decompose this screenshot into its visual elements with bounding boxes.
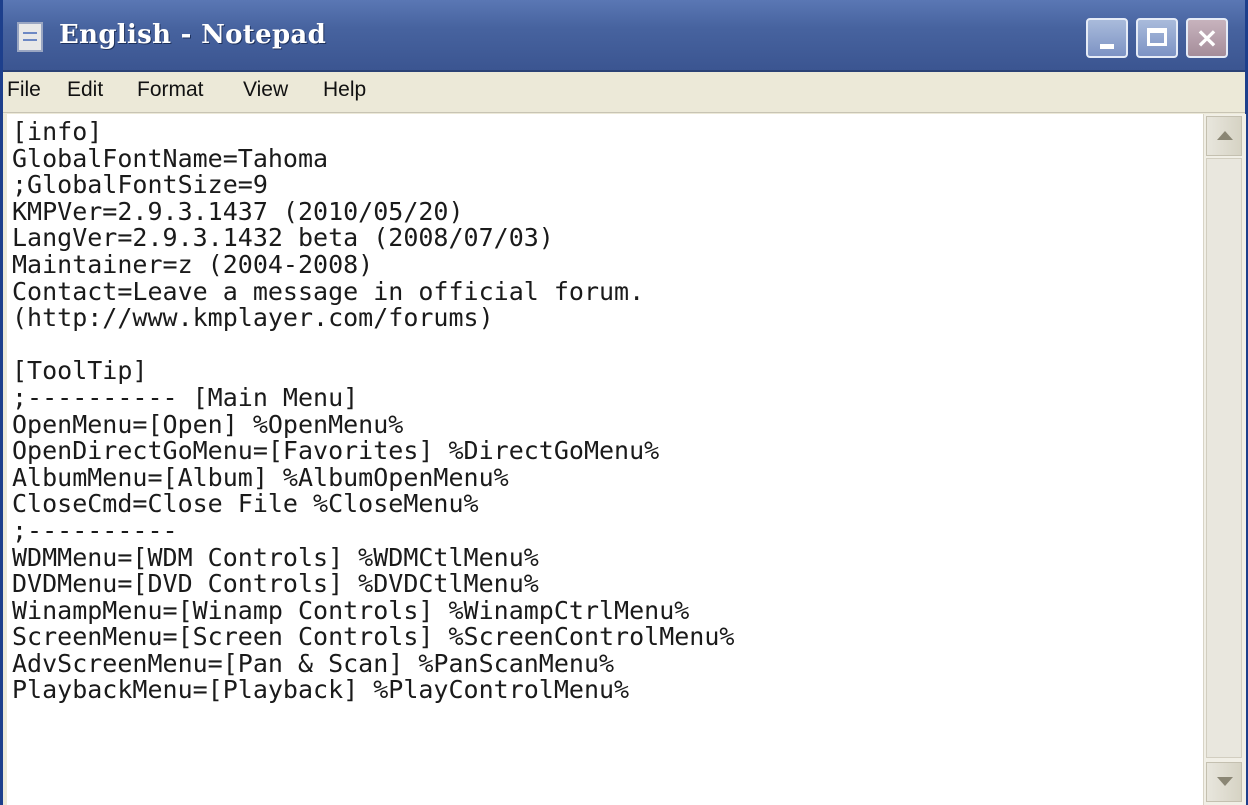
vertical-scrollbar[interactable]: [1203, 114, 1246, 805]
menu-bar: File Edit Format View Help: [3, 72, 1245, 113]
text-line: WDMMenu=[WDM Controls] %WDMCtlMenu%: [12, 542, 539, 572]
menu-view[interactable]: View: [243, 78, 288, 102]
scroll-down-button[interactable]: [1206, 762, 1242, 802]
text-line: LangVer=2.9.3.1432 beta (2008/07/03): [12, 223, 554, 253]
text-line: Contact=Leave a message in official foru…: [12, 276, 645, 306]
text-line: Maintainer=z (2004-2008): [12, 249, 374, 279]
scroll-thumb[interactable]: [1206, 158, 1242, 758]
text-line: KMPVer=2.9.3.1437 (2010/05/20): [12, 196, 464, 226]
title-bar[interactable]: English - Notepad ×: [3, 0, 1245, 72]
menu-format[interactable]: Format: [137, 78, 204, 102]
minimize-icon: [1100, 44, 1114, 49]
text-line: ;----------: [12, 515, 178, 545]
text-content: [info] GlobalFontName=Tahoma ;GlobalFontSi…: [7, 114, 1203, 704]
text-line: [ToolTip]: [12, 356, 148, 386]
notepad-icon[interactable]: [17, 22, 43, 52]
window-title: English - Notepad: [59, 20, 327, 50]
text-line: ScreenMenu=[Screen Controls] %ScreenCont…: [12, 622, 735, 652]
scroll-down-arrow-icon: [1217, 777, 1233, 786]
text-line: OpenMenu=[Open] %OpenMenu%: [12, 409, 404, 439]
text-line: ;---------- [Main Menu]: [12, 382, 359, 412]
text-line: AlbumMenu=[Album] %AlbumOpenMenu%: [12, 462, 509, 492]
text-line: CloseCmd=Close File %CloseMenu%: [12, 489, 479, 519]
menu-edit[interactable]: Edit: [67, 78, 103, 102]
text-line: DVDMenu=[DVD Controls] %DVDCtlMenu%: [12, 569, 539, 599]
menu-file[interactable]: File: [7, 78, 41, 102]
text-line: PlaybackMenu=[Playback] %PlayControlMenu…: [12, 675, 630, 705]
text-line: ;GlobalFontSize=9: [12, 170, 268, 200]
text-line: AdvScreenMenu=[Pan & Scan] %PanScanMenu%: [12, 648, 615, 678]
text-editor-area[interactable]: [info] GlobalFontName=Tahoma ;GlobalFontSi…: [7, 114, 1203, 805]
maximize-icon: [1147, 28, 1167, 46]
maximize-button[interactable]: [1136, 18, 1178, 58]
text-line: WinampMenu=[Winamp Controls] %WinampCtrl…: [12, 595, 690, 625]
notepad-window: English - Notepad × File Edit Format Vie…: [0, 0, 1248, 805]
text-line: [12, 332, 1203, 359]
text-line: (http://www.kmplayer.com/forums): [12, 303, 494, 333]
scroll-up-button[interactable]: [1206, 116, 1242, 156]
text-line: OpenDirectGoMenu=[Favorites] %DirectGoMe…: [12, 436, 660, 466]
minimize-button[interactable]: [1086, 18, 1128, 58]
close-button[interactable]: ×: [1186, 18, 1228, 58]
menu-help[interactable]: Help: [323, 78, 366, 102]
scroll-up-arrow-icon: [1217, 131, 1233, 140]
text-line: [info]: [12, 117, 103, 146]
close-icon: ×: [1195, 21, 1219, 54]
text-line: GlobalFontName=Tahoma: [12, 143, 329, 173]
